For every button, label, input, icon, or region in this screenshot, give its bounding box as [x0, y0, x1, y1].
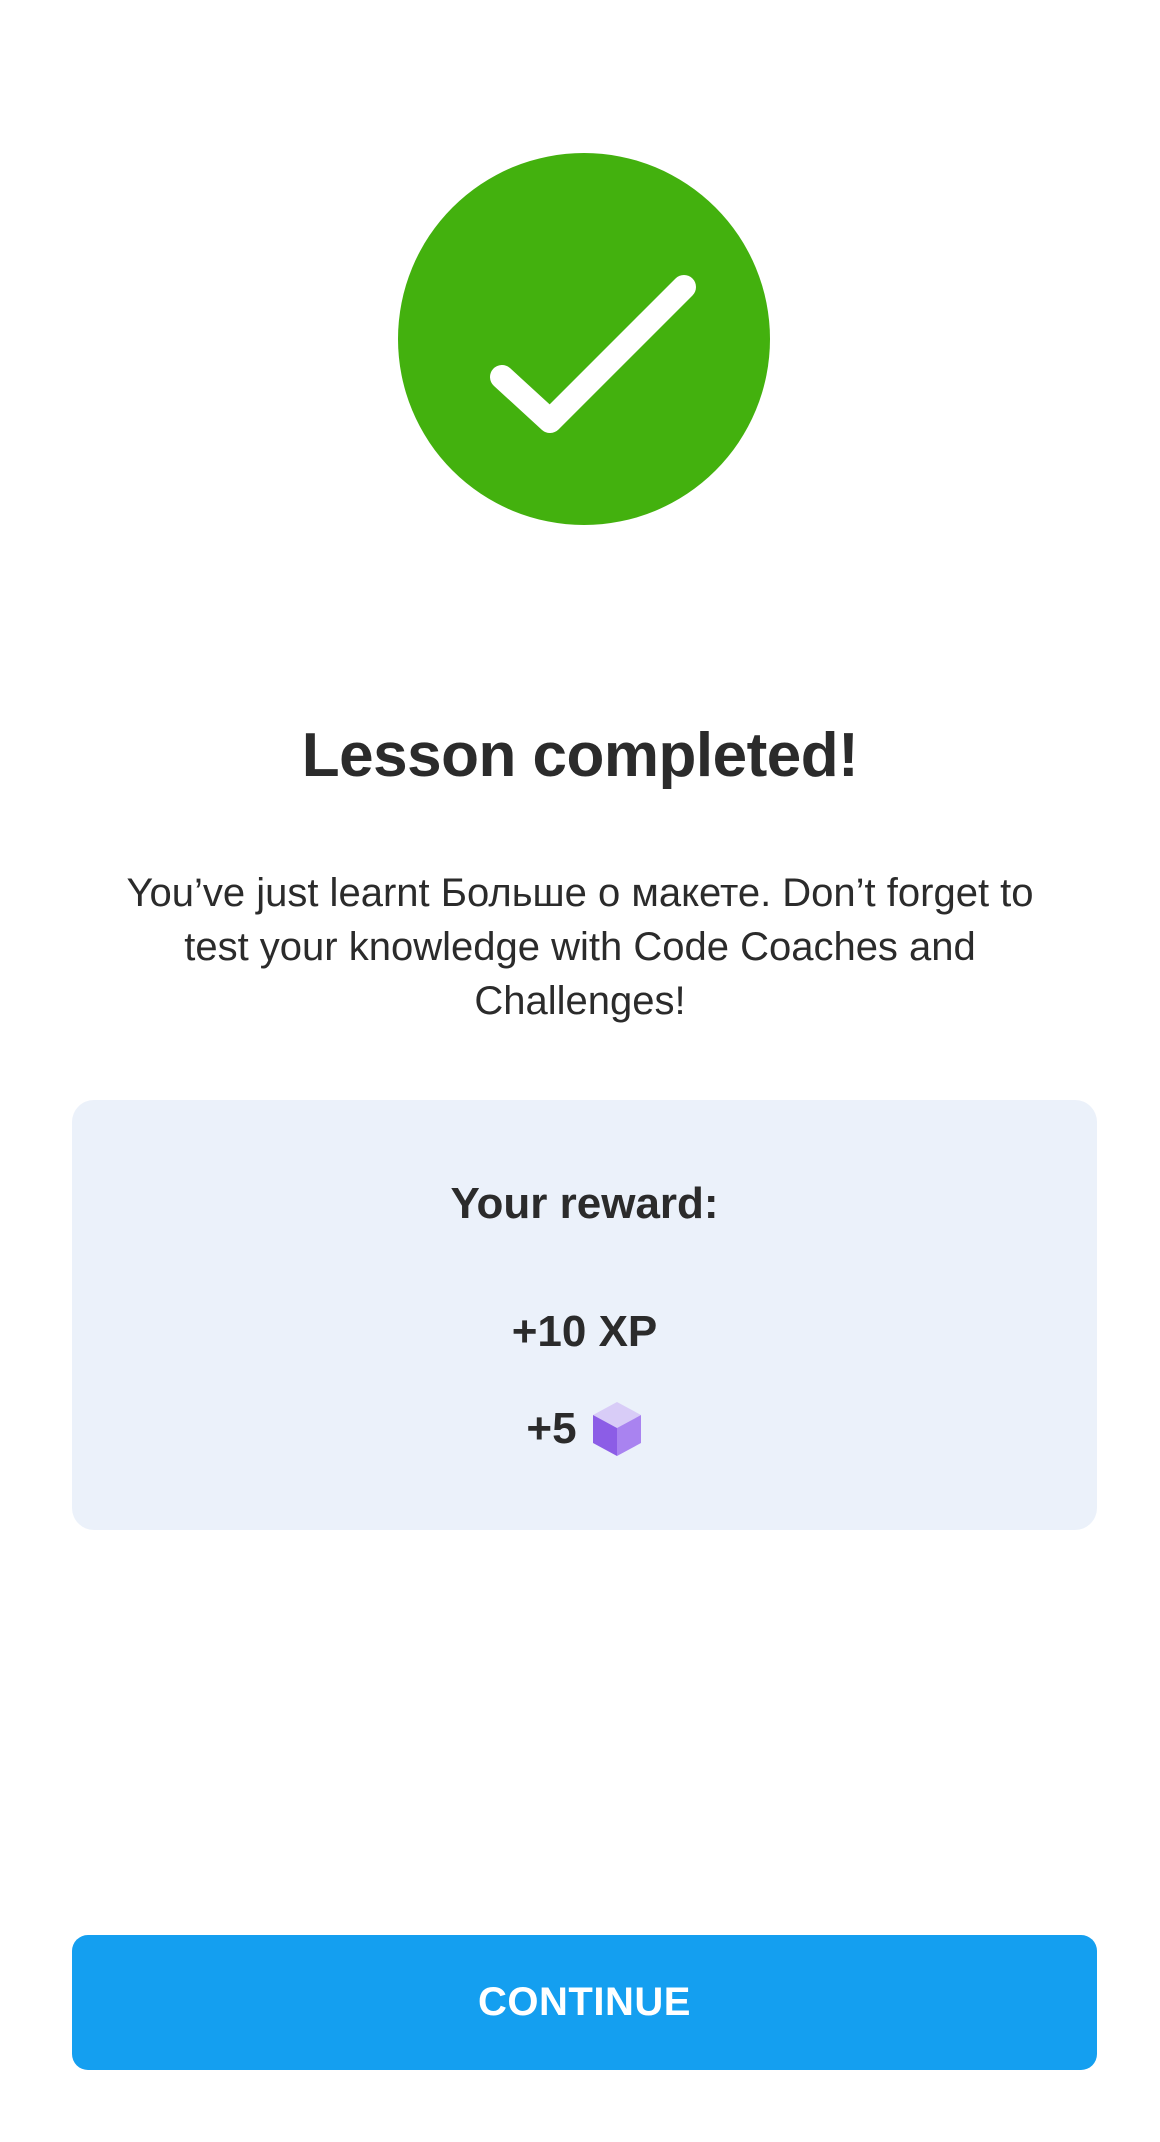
reward-xp: +10 XP [511, 1307, 658, 1356]
reward-bits: +5 [72, 1400, 1097, 1458]
cube-icon [592, 1402, 641, 1456]
reward-bits-value: +5 [526, 1404, 577, 1453]
page-title: Lesson completed! [301, 721, 859, 790]
reward-heading: Your reward: [450, 1179, 719, 1228]
completion-message: You’ve just learnt Больше о макете. Don’… [126, 871, 1034, 1023]
success-check-badge [398, 153, 770, 525]
reward-card: Your reward: +10 XP +5 [72, 1100, 1097, 1530]
continue-button[interactable]: CONTINUE [72, 1935, 1097, 2070]
checkmark-icon [490, 275, 696, 433]
